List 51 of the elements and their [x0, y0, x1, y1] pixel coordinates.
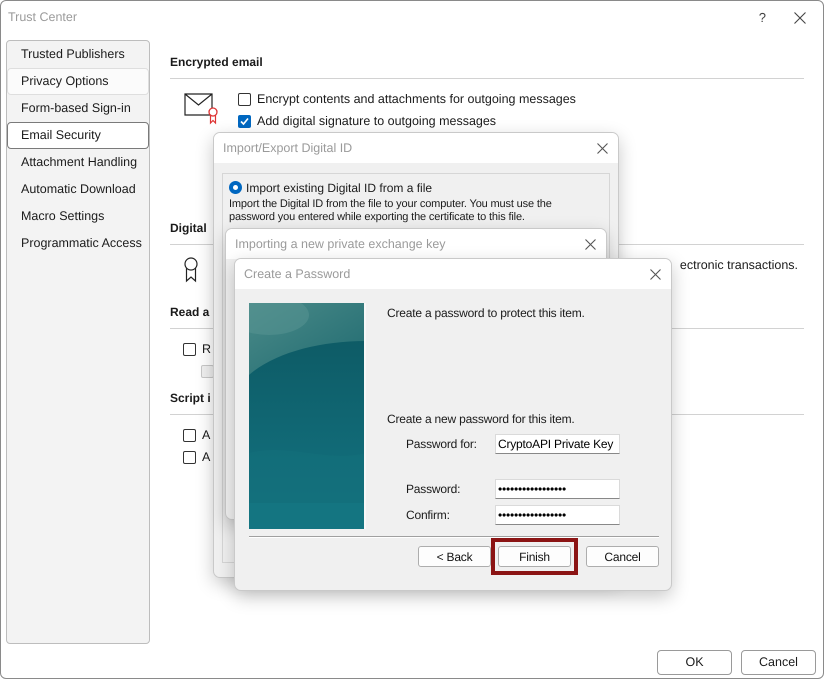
instruction-text: Create a password to protect this item.	[387, 305, 586, 322]
sidebar-item[interactable]: Form-based Sign-in	[7, 95, 149, 122]
dialog-title: Import/Export Digital ID	[223, 140, 352, 157]
section-heading: Encrypted email	[170, 54, 263, 71]
sidebar-item[interactable]: Trusted Publishers	[7, 41, 149, 68]
input-field[interactable]: •••••••••••••••••	[495, 505, 620, 525]
checkbox[interactable]	[238, 92, 251, 106]
checkbox-label: Encrypt contents and attachments for outgoing messages	[257, 90, 576, 108]
checkbox-label: Add digital signature to outgoing messages	[257, 112, 496, 130]
description-line: password you entered while exporting the certificate to this file.	[229, 211, 526, 224]
section-heading: Digital	[170, 220, 207, 237]
checkbox[interactable]	[183, 428, 196, 442]
sidebar-item[interactable]: Attachment Handling	[7, 149, 149, 176]
dialog-title: Importing a new private exchange key	[235, 236, 446, 253]
sidebar-item[interactable]: Privacy Options	[7, 68, 149, 95]
help-button[interactable]: ?	[758, 8, 766, 28]
checkbox-label: A	[202, 448, 210, 466]
close-icon[interactable]	[585, 238, 596, 250]
input-field[interactable]: •••••••••••••••••	[495, 479, 620, 499]
sidebar-item[interactable]: Automatic Download	[7, 176, 149, 203]
window-title: Trust Center	[8, 9, 78, 26]
radio-button[interactable]	[229, 181, 242, 194]
dialog-button[interactable]: Cancel	[586, 546, 659, 567]
dialog-button[interactable]: Finish	[498, 546, 571, 567]
ribbon-icon	[183, 257, 199, 283]
close-icon[interactable]	[794, 12, 806, 24]
field-label: Password for:	[406, 436, 478, 453]
section-heading: Read a	[170, 304, 210, 321]
sidebar-item[interactable]: Email Security	[7, 122, 149, 149]
checkbox-label: A	[202, 426, 210, 444]
checkbox[interactable]	[183, 342, 196, 356]
dialog-button[interactable]: OK	[657, 650, 732, 675]
sidebar-item[interactable]: Programmatic Access	[7, 230, 149, 257]
dialog-title: Create a Password	[244, 266, 350, 283]
checkbox[interactable]	[183, 450, 196, 464]
checkbox-label: R	[202, 340, 212, 358]
close-icon[interactable]	[650, 268, 661, 280]
section-heading: Script i	[170, 390, 211, 407]
dialog-button[interactable]: < Back	[418, 546, 491, 567]
sidebar-item[interactable]: Macro Settings	[7, 203, 149, 230]
instruction-text: Create a new password for this item.	[387, 411, 576, 428]
checkbox[interactable]	[238, 114, 251, 128]
close-icon[interactable]	[597, 142, 608, 154]
description-text: ectronic transactions.	[680, 257, 798, 274]
field-label: Password:	[406, 481, 462, 498]
description-line: Import the Digital ID from the file to your computer. You must use the	[229, 198, 553, 211]
envelope-icon	[184, 91, 218, 125]
radio-label: Import existing Digital ID from a file	[246, 180, 432, 196]
dialog-button[interactable]: Cancel	[741, 650, 816, 675]
input-field[interactable]: CryptoAPI Private Key	[495, 434, 620, 454]
field-label: Confirm:	[406, 507, 451, 524]
